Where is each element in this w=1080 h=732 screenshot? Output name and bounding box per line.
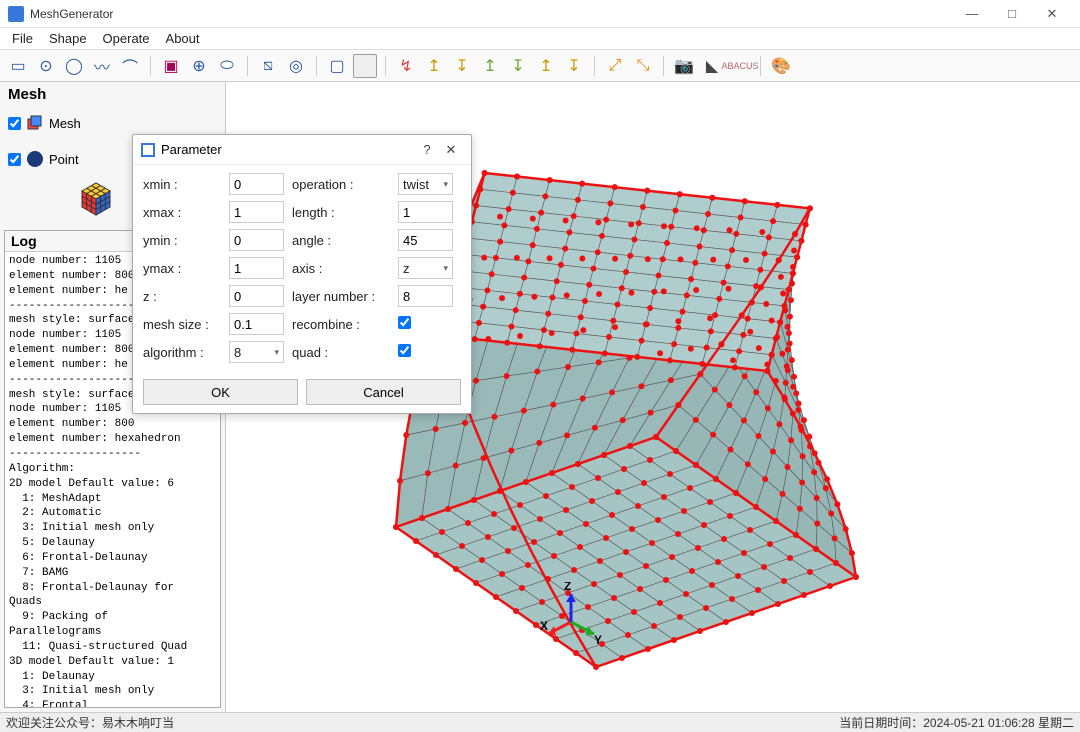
mesh-panel-title: Mesh: [0, 82, 225, 107]
circle-dot-icon[interactable]: ⊙: [34, 54, 58, 78]
label-quad: quad :: [292, 345, 390, 360]
menu-operate[interactable]: Operate: [95, 29, 158, 48]
input-length[interactable]: [398, 201, 453, 223]
label-ymin: ymin :: [143, 233, 221, 248]
status-right: 当前日期时间：2024-05-21 01:06:28 星期二: [839, 714, 1074, 731]
dialog-icon: [141, 143, 155, 157]
parameter-dialog: Parameter ? ✕ xmin : operation : twist x…: [132, 134, 472, 414]
label-axis: axis :: [292, 261, 390, 276]
axis-y2-icon[interactable]: ↧: [506, 54, 530, 78]
select-operation[interactable]: twist: [398, 173, 453, 195]
status-left: 欢迎关注公众号：易木木响叮当: [6, 714, 174, 731]
axis-z2-icon[interactable]: ↧: [562, 54, 586, 78]
mesh-label: Mesh: [49, 116, 81, 131]
hatch2-icon[interactable]: ◎: [284, 54, 308, 78]
fit-icon[interactable]: ⤢: [603, 54, 627, 78]
dialog-close-button[interactable]: ✕: [439, 142, 463, 158]
triangle-icon[interactable]: ◣: [700, 54, 724, 78]
mesh-checkbox[interactable]: [8, 117, 21, 130]
input-ymax[interactable]: [229, 257, 284, 279]
cancel-button[interactable]: Cancel: [306, 379, 461, 405]
titlebar: MeshGenerator — □ ✕: [0, 0, 1080, 28]
point-swatch-icon: [27, 151, 43, 167]
input-layer-number[interactable]: [398, 285, 453, 307]
axis-y1-icon[interactable]: ↥: [478, 54, 502, 78]
select-axis[interactable]: z: [398, 257, 453, 279]
abacus-icon[interactable]: ABACUS: [728, 54, 752, 78]
maximize-button[interactable]: □: [992, 0, 1032, 28]
input-z[interactable]: [229, 285, 284, 307]
label-mesh-size: mesh size :: [143, 317, 221, 332]
palette-icon[interactable]: 🎨: [769, 54, 793, 78]
camera-icon[interactable]: 📷: [672, 54, 696, 78]
checkbox-quad[interactable]: [398, 344, 411, 357]
axis-x1-icon[interactable]: ↥: [422, 54, 446, 78]
input-angle[interactable]: [398, 229, 453, 251]
sphere-icon[interactable]: ⊕: [187, 54, 211, 78]
input-xmax[interactable]: [229, 201, 284, 223]
rubiks-cube-icon[interactable]: [78, 179, 116, 217]
close-button[interactable]: ✕: [1032, 0, 1072, 28]
checkbox-recombine[interactable]: [398, 316, 411, 329]
point-checkbox[interactable]: [8, 153, 21, 166]
menu-file[interactable]: File: [4, 29, 41, 48]
app-icon: [8, 6, 24, 22]
rect-icon[interactable]: ▭: [6, 54, 30, 78]
label-xmax: xmax :: [143, 205, 221, 220]
menu-shape[interactable]: Shape: [41, 29, 95, 48]
ellipse-icon[interactable]: ◯: [62, 54, 86, 78]
curve-icon[interactable]: ⌒: [118, 54, 142, 78]
axis-xyz-icon[interactable]: ↯: [394, 54, 418, 78]
ellipsoid-icon[interactable]: ⬭: [215, 54, 239, 78]
minimize-button[interactable]: —: [952, 0, 992, 28]
wave-icon[interactable]: 〰: [90, 54, 114, 78]
hatch1-icon[interactable]: ⧅: [256, 54, 280, 78]
label-operation: operation :: [292, 177, 390, 192]
label-recombine: recombine :: [292, 317, 390, 332]
input-ymin[interactable]: [229, 229, 284, 251]
point-label: Point: [49, 152, 79, 167]
menubar: File Shape Operate About: [0, 28, 1080, 50]
dialog-help-button[interactable]: ?: [415, 142, 439, 157]
label-xmin: xmin :: [143, 177, 221, 192]
statusbar: 欢迎关注公众号：易木木响叮当 当前日期时间：2024-05-21 01:06:2…: [0, 712, 1080, 732]
select-algorithm[interactable]: 8: [229, 341, 284, 363]
fill-icon[interactable]: [353, 54, 377, 78]
axis-gizmo[interactable]: X Y Z: [536, 582, 606, 652]
ok-button[interactable]: OK: [143, 379, 298, 405]
axis-x2-icon[interactable]: ↧: [450, 54, 474, 78]
label-layer-number: layer number :: [292, 289, 390, 304]
label-angle: angle :: [292, 233, 390, 248]
toolbar: ▭ ⊙ ◯ 〰 ⌒ ▣ ⊕ ⬭ ⧅ ◎ ▢ ↯ ↥ ↧ ↥ ↧ ↥ ↧ ⤢ ⤡ …: [0, 50, 1080, 82]
input-xmin[interactable]: [229, 173, 284, 195]
menu-about[interactable]: About: [158, 29, 208, 48]
label-length: length :: [292, 205, 390, 220]
label-ymax: ymax :: [143, 261, 221, 276]
input-mesh-size[interactable]: [229, 313, 284, 335]
zoom-icon[interactable]: ⤡: [631, 54, 655, 78]
svg-text:X: X: [540, 619, 548, 633]
label-algorithm: algorithm :: [143, 345, 221, 360]
axis-z1-icon[interactable]: ↥: [534, 54, 558, 78]
label-z: z :: [143, 289, 221, 304]
mesh-cube-icon: [27, 115, 43, 131]
window-title: MeshGenerator: [30, 7, 952, 21]
svg-text:Z: Z: [564, 582, 571, 593]
panel-icon[interactable]: ▢: [325, 54, 349, 78]
svg-text:Y: Y: [594, 633, 602, 647]
cube-icon[interactable]: ▣: [159, 54, 183, 78]
dialog-title: Parameter: [161, 142, 415, 157]
